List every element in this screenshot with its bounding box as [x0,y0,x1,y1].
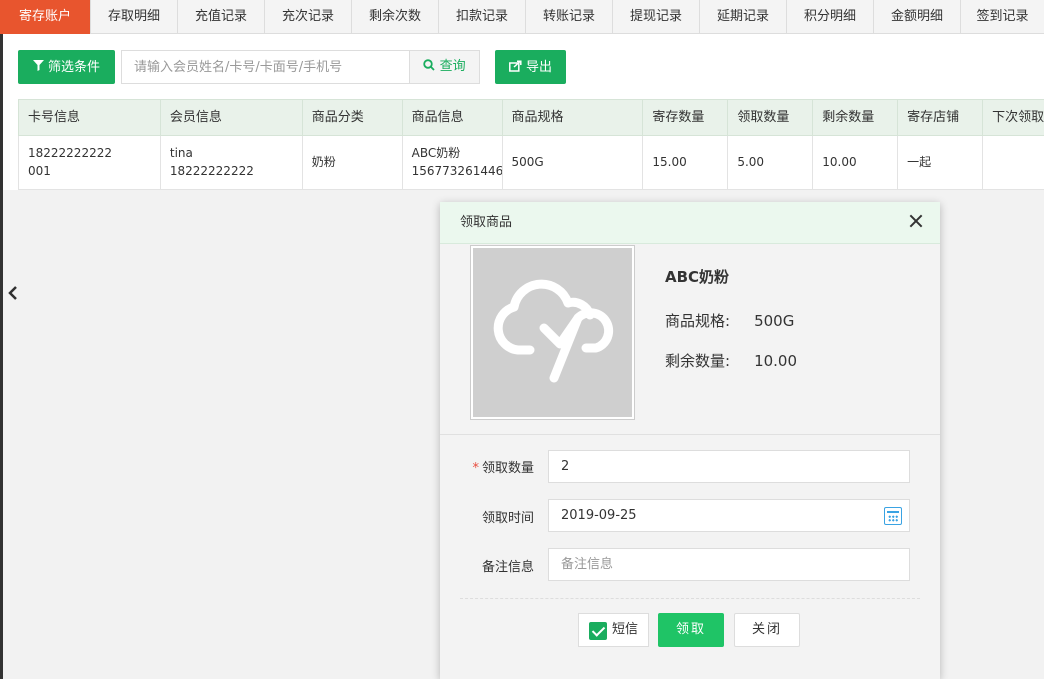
time-label: 领取时间 [481,511,534,526]
filter-icon [32,50,44,84]
form-divider [460,598,920,599]
storage-table: 卡号信息 会员信息 商品分类 商品信息 商品规格 寄存数量 领取数量 剩余数量 … [18,99,1044,190]
take-product-modal: 领取商品 ABC奶粉 商品规格: 500G 剩余数量: 10.00 *领取数量 领取… [440,202,940,679]
col-product-info: 商品信息 [403,100,503,135]
col-store: 寄存店铺 [898,100,984,135]
calendar-icon[interactable] [884,507,902,525]
modal-product-name: ABC奶粉 [665,268,730,286]
modal-spec-line: 商品规格: 500G [665,310,794,331]
tab-times-recharge-record[interactable]: 充次记录 [265,0,352,34]
product-name: ABC奶粉 [411,146,461,160]
tab-remaining-times[interactable]: 剩余次数 [352,0,439,34]
sms-checkbox[interactable]: 短信 [578,613,649,647]
cell-stored-qty: 15.00 [643,136,729,189]
cell-member-info: tina 18222222222 [161,136,303,189]
spec-label: 商品规格: [665,312,731,330]
cell-remain-qty: 10.00 [813,136,899,189]
tab-extension-record[interactable]: 延期记录 [700,0,787,34]
tab-storage-account[interactable]: 寄存账户 [0,0,91,34]
required-mark: * [472,461,479,476]
tab-deduction-record[interactable]: 扣款记录 [439,0,526,34]
cell-card-info: 18222222222 001 [19,136,161,189]
confirm-take-button[interactable]: 领取 [658,613,724,647]
cell-store: 一起 [898,136,984,189]
col-spec: 商品规格 [503,100,644,135]
cell-category: 奶粉 [303,136,403,189]
qty-label: * 领取数量 [472,457,534,476]
placeholder-logo-icon [473,248,632,417]
cell-spec: 500G [503,136,644,189]
col-member-info: 会员信息 [161,100,303,135]
card-number: 18222222222 [28,146,112,160]
col-remain-qty: 剩余数量 [813,100,899,135]
qty-label-text: 领取数量 [481,461,534,476]
note-label: 备注信息 [481,560,534,575]
card-face-number: 001 [28,164,51,178]
cell-taken-qty: 5.00 [728,136,814,189]
member-phone: 18222222222 [169,164,254,178]
tab-transfer-record[interactable]: 转账记录 [526,0,613,34]
sms-label: 短信 [612,622,639,637]
tab-points-detail[interactable]: 积分明细 [787,0,874,34]
filter-button-label: 筛选条件 [47,60,100,75]
close-icon[interactable] [908,213,924,229]
col-next-take: 下次领取 [992,110,1044,125]
tab-withdraw-record[interactable]: 提现记录 [613,0,700,34]
table-header: 卡号信息 会员信息 商品分类 商品信息 商品规格 寄存数量 领取数量 剩余数量 … [18,99,1044,136]
modal-header: 领取商品 [440,202,940,244]
tab-recharge-record[interactable]: 充值记录 [178,0,265,34]
search-input[interactable] [121,50,410,84]
product-image [470,245,635,420]
modal-divider [440,434,940,435]
col-taken-qty: 领取数量 [728,100,814,135]
export-button-label: 导出 [525,60,552,75]
note-input[interactable] [548,548,910,581]
filter-button[interactable]: 筛选条件 [18,50,115,84]
search-icon [423,59,439,74]
export-icon [509,50,522,84]
query-button[interactable]: 查询 [409,50,480,84]
col-stored-qty: 寄存数量 [643,100,729,135]
tab-access-detail[interactable]: 存取明细 [91,0,178,34]
take-qty-input[interactable] [548,450,910,483]
query-button-label: 查询 [439,59,466,74]
take-time-input[interactable] [548,499,910,532]
remain-label: 剩余数量: [665,352,731,370]
modal-remain-line: 剩余数量: 10.00 [665,350,797,371]
table-row[interactable]: 18222222222 001 tina 18222222222 奶粉 ABC奶… [18,136,1044,190]
cell-product-info: ABC奶粉 1567732614462 [403,136,503,189]
close-button[interactable]: 关闭 [734,613,800,647]
remain-value: 10.00 [754,352,798,370]
tab-amount-detail[interactable]: 金额明细 [874,0,961,34]
spec-value: 500G [754,312,795,330]
cell-next-take [983,136,1044,189]
export-button[interactable]: 导出 [495,50,566,84]
col-card-info: 卡号信息 [19,100,161,135]
tab-bar: 寄存账户 存取明细 充值记录 充次记录 剩余次数 扣款记录 转账记录 提现记录 … [0,0,1044,34]
member-name: tina [169,146,193,160]
col-category: 商品分类 [303,100,403,135]
tab-checkin-record[interactable]: 签到记录 [961,0,1044,34]
modal-title: 领取商品 [460,215,513,230]
checkbox-checked-icon [589,622,607,640]
product-code: 1567732614462 [411,164,503,178]
